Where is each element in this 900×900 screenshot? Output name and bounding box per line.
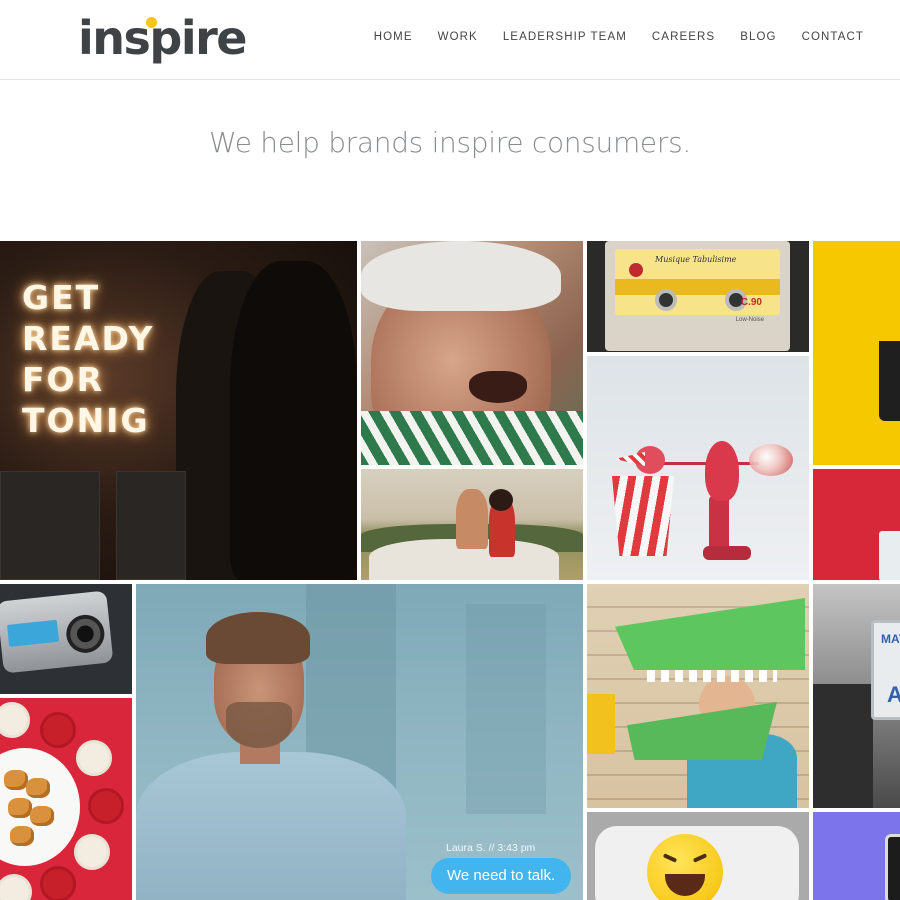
logo-text: inspire — [78, 11, 247, 65]
message-meta: Laura S. // 3:43 pm — [446, 842, 536, 854]
bird-body — [705, 441, 739, 501]
cassette-small-text: Low-Noise — [735, 317, 764, 323]
black-cup — [879, 341, 900, 421]
man-mouth — [469, 371, 527, 403]
cassette-reel-left — [655, 289, 677, 311]
work-tile-cinema[interactable]: GET READY FOR TONIG — [0, 241, 357, 580]
bird-bulb — [749, 444, 793, 476]
neon-line: READY — [22, 319, 155, 358]
work-tile-red[interactable] — [813, 469, 900, 580]
neon-line: TONIG — [22, 401, 150, 440]
work-tile-nuggets[interactable] — [0, 698, 132, 900]
sign-text: MAY — [881, 632, 900, 646]
neon-line: GET — [22, 278, 101, 317]
nav-item-careers[interactable]: CAREERS — [652, 31, 715, 43]
laughing-emoji-icon — [647, 834, 723, 900]
nugget — [10, 826, 34, 846]
bird-leg — [709, 496, 729, 551]
background-building — [466, 604, 546, 814]
rider-man — [456, 489, 488, 549]
cassette-red-dot — [629, 263, 643, 277]
neon-sign: GET READY FOR TONIG — [22, 277, 154, 441]
dip-cup-red — [40, 712, 76, 748]
crocodile-teeth — [647, 670, 777, 682]
dip-cup — [76, 740, 112, 776]
work-tile-drinking-bird[interactable] — [587, 356, 809, 580]
work-tile-we-need-to-talk[interactable]: Laura S. // 3:43 pm We need to talk. — [136, 584, 583, 900]
striped-scarf — [361, 411, 583, 465]
striped-cup — [612, 476, 674, 556]
neon-line: FOR — [22, 360, 105, 399]
dip-cup — [0, 702, 30, 738]
cassette: Musique Tabulisime C.90 Low-Noise — [605, 241, 790, 351]
nav-item-leadership-team[interactable]: LEADERSHIP TEAM — [503, 31, 627, 43]
man-shirt — [136, 752, 406, 900]
work-tile-horse-ride[interactable] — [361, 469, 583, 580]
logo-accent-dot — [146, 17, 157, 28]
dip-cup-red — [88, 788, 124, 824]
dip-cup-red — [40, 866, 76, 900]
emoji-eye — [662, 853, 678, 863]
main-nav: HOME WORK LEADERSHIP TEAM CAREERS BLOG C… — [374, 31, 864, 43]
emoji-mouth — [665, 874, 705, 896]
nugget — [4, 770, 28, 790]
rider-woman-hair — [489, 489, 513, 511]
device — [885, 834, 900, 900]
cassette-label-text: Musique Tabulisime — [655, 255, 737, 264]
boombox-screen — [7, 619, 60, 647]
work-tile-boombox[interactable] — [0, 584, 132, 694]
cassette-stripe — [615, 279, 780, 295]
work-tile-emoji[interactable] — [587, 812, 809, 900]
yellow-sign — [587, 694, 615, 754]
emoji-eye — [692, 853, 708, 863]
nav-item-contact[interactable]: CONTACT — [802, 31, 864, 43]
work-tile-yellow[interactable] — [813, 241, 900, 465]
nav-item-blog[interactable]: BLOG — [740, 31, 776, 43]
glass — [879, 531, 900, 580]
work-tile-cassette[interactable]: Musique Tabulisime C.90 Low-Noise — [587, 241, 809, 352]
dip-cup — [74, 834, 110, 870]
work-tile-laughing-man[interactable] — [361, 241, 583, 465]
nugget — [8, 798, 32, 818]
nugget — [26, 778, 50, 798]
site-header: inspire HOME WORK LEADERSHIP TEAM CAREER… — [0, 0, 900, 80]
cinema-figure-second — [230, 261, 357, 580]
cassette-label: Musique Tabulisime C.90 — [615, 249, 780, 315]
man-hair — [206, 612, 310, 664]
cinema-seat — [116, 471, 186, 580]
nav-item-work[interactable]: WORK — [438, 31, 478, 43]
bird-hat — [615, 452, 645, 466]
bird-foot — [703, 546, 751, 560]
work-tile-sign[interactable]: MAY A — [813, 584, 900, 808]
work-tile-crocodile-kid[interactable] — [587, 584, 809, 808]
nugget — [30, 806, 54, 826]
cinema-seat — [0, 471, 100, 580]
man-beard — [226, 702, 292, 748]
cassette-type: C.90 — [740, 297, 762, 308]
brand-logo[interactable]: inspire — [78, 8, 247, 68]
man-hair — [361, 241, 561, 311]
hero-tagline: We help brands inspire consumers. — [209, 126, 691, 159]
boombox-speaker — [64, 612, 107, 655]
machine — [813, 684, 873, 808]
message-bubble: We need to talk. — [431, 858, 572, 894]
sign-letter: A — [887, 682, 900, 707]
boombox — [0, 590, 114, 674]
work-tile-purple[interactable] — [813, 812, 900, 900]
nav-item-home[interactable]: HOME — [374, 31, 413, 43]
dip-cup — [0, 874, 32, 900]
